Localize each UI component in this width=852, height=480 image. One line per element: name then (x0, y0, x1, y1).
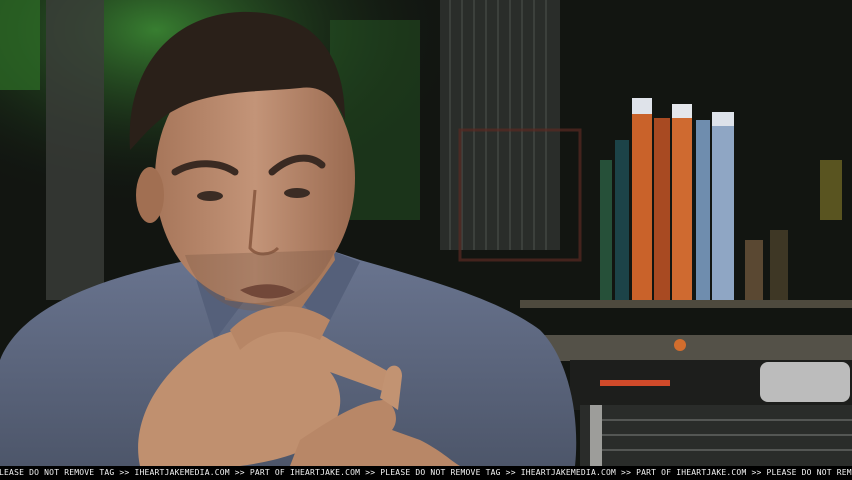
watermark-text: PLEASE DO NOT REMOVE TAG >> IHEARTJAKEME… (0, 468, 852, 477)
watermark-strip: PLEASE DO NOT REMOVE TAG >> IHEARTJAKEME… (0, 466, 852, 480)
video-frame: PLEASE DO NOT REMOVE TAG >> IHEARTJAKEME… (0, 0, 852, 480)
interview-scene (0, 0, 852, 466)
